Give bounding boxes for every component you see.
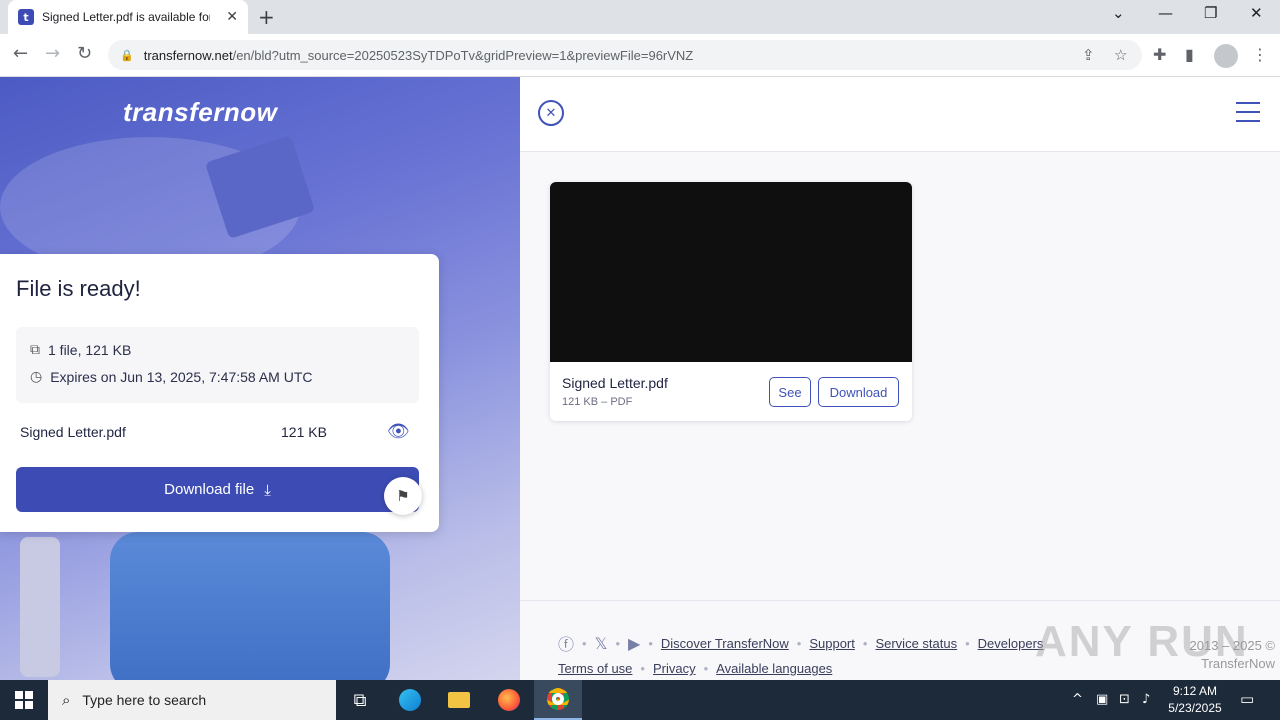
browser-toolbar: ← → ↻ 🔒 transfernow.net/en/bld?utm_sourc… bbox=[0, 34, 1280, 77]
download-file-button[interactable]: Download file ⤓ bbox=[16, 467, 419, 512]
files-copy-icon: ⧉ bbox=[30, 342, 40, 358]
firefox-icon[interactable] bbox=[485, 680, 533, 720]
bookmark-star-icon[interactable]: ☆ bbox=[1114, 46, 1127, 64]
footer-links-row2: Terms of use • Privacy • Available languag… bbox=[558, 661, 833, 676]
footer-link-service-status[interactable]: Service status bbox=[875, 636, 957, 651]
network-icon[interactable]: ⊡ bbox=[1119, 692, 1130, 707]
preview-file-name: Signed Letter.pdf bbox=[562, 375, 668, 391]
tray-device-icon[interactable]: ▣ bbox=[1096, 692, 1108, 707]
footer-link-discover[interactable]: Discover TransferNow bbox=[661, 636, 789, 651]
report-flag-icon[interactable]: ⚑ bbox=[384, 477, 422, 515]
windows-taskbar: ⌕ Type here to search ⧉ ^ ▣ ⊡ ♪ 9:12 AM … bbox=[0, 680, 1280, 720]
files-summary-line: ⧉ 1 file, 121 KB bbox=[30, 342, 131, 358]
menu-hamburger-icon[interactable] bbox=[1236, 102, 1260, 129]
expires-text: Expires on Jun 13, 2025, 7:47:58 AM UTC bbox=[50, 369, 313, 385]
minimize-icon[interactable]: — bbox=[1158, 4, 1173, 22]
lock-icon: 🔒 bbox=[120, 48, 134, 62]
transfernow-logo[interactable]: transfernow bbox=[123, 97, 277, 128]
footer-link-privacy[interactable]: Privacy bbox=[653, 661, 696, 676]
page: transfernow File is ready! ⧉ 1 file, 121… bbox=[0, 77, 1280, 680]
x-twitter-icon[interactable]: 𝕏 bbox=[595, 634, 608, 653]
hero-panel: transfernow File is ready! ⧉ 1 file, 121… bbox=[0, 77, 520, 680]
tab-title: Signed Letter.pdf is available for bbox=[42, 10, 210, 24]
file-size: 121 KB bbox=[281, 424, 327, 440]
extensions-icon[interactable]: ✚ bbox=[1153, 45, 1166, 64]
side-panel-icon[interactable]: ▮ bbox=[1185, 45, 1194, 64]
window-close-icon[interactable]: ✕ bbox=[1250, 4, 1263, 22]
footer-link-developers[interactable]: Developers bbox=[978, 636, 1044, 651]
windows-logo-icon bbox=[15, 691, 33, 709]
profile-avatar[interactable] bbox=[1214, 44, 1238, 68]
new-tab-icon[interactable]: + bbox=[258, 5, 275, 29]
youtube-icon[interactable]: ▶ bbox=[628, 634, 640, 653]
download-file-label: Download file bbox=[164, 481, 255, 498]
preview-eye-icon[interactable]: 👁 bbox=[387, 421, 410, 442]
footer-links-row1: ⓕ • 𝕏 • ▶ • Discover TransferNow • Support • … bbox=[558, 631, 1043, 655]
expires-line: ◷ Expires on Jun 13, 2025, 7:47:58 AM UT… bbox=[30, 369, 312, 385]
restore-icon[interactable]: ❐ bbox=[1204, 4, 1217, 22]
tab-close-icon[interactable]: ✕ bbox=[226, 9, 238, 25]
download-button[interactable]: Download bbox=[818, 377, 899, 407]
volume-icon[interactable]: ♪ bbox=[1142, 692, 1150, 707]
clock-icon: ◷ bbox=[30, 369, 43, 385]
copyright: 2013 – 2025 © TransferNow bbox=[1189, 638, 1275, 671]
file-name: Signed Letter.pdf bbox=[20, 424, 126, 440]
chrome-menu-icon[interactable]: ⋮ bbox=[1252, 45, 1268, 64]
close-preview-icon[interactable]: ✕ bbox=[538, 100, 564, 126]
chrome-icon[interactable] bbox=[534, 680, 582, 720]
browser-tabstrip: t Signed Letter.pdf is available for ✕ +… bbox=[0, 0, 1280, 34]
files-summary: 1 file, 121 KB bbox=[48, 342, 132, 358]
footer: ⓕ • 𝕏 • ▶ • Discover TransferNow • Support • … bbox=[520, 600, 1280, 680]
taskbar-search[interactable]: ⌕ Type here to search bbox=[48, 680, 336, 720]
share-icon[interactable]: ⇪ bbox=[1082, 46, 1095, 64]
facebook-icon[interactable]: ⓕ bbox=[558, 631, 574, 655]
tray-chevron-icon[interactable]: ^ bbox=[1072, 692, 1083, 707]
edge-icon[interactable] bbox=[386, 680, 434, 720]
reload-icon[interactable]: ↻ bbox=[77, 43, 92, 64]
transfernow-favicon-icon: t bbox=[18, 9, 34, 25]
pdf-thumbnail[interactable] bbox=[550, 182, 912, 362]
search-icon: ⌕ bbox=[62, 691, 71, 709]
card-title: File is ready! bbox=[16, 276, 141, 301]
taskbar-clock[interactable]: 9:12 AM 5/23/2025 bbox=[1160, 683, 1230, 717]
footer-link-languages[interactable]: Available languages bbox=[716, 661, 832, 676]
search-placeholder: Type here to search bbox=[82, 692, 207, 708]
notifications-icon[interactable]: ▭ bbox=[1240, 690, 1254, 708]
preview-panel: ✕ Signed Letter.pdf 121 KB – PDF See Dow… bbox=[520, 77, 1280, 680]
file-ready-card: File is ready! ⧉ 1 file, 121 KB ◷ Expire… bbox=[0, 254, 439, 532]
address-bar[interactable]: 🔒 transfernow.net/en/bld?utm_source=2025… bbox=[108, 40, 1142, 70]
file-explorer-icon[interactable] bbox=[435, 680, 483, 720]
footer-link-support[interactable]: Support bbox=[809, 636, 855, 651]
browser-tab[interactable]: t Signed Letter.pdf is available for ✕ bbox=[8, 0, 248, 34]
decorative-tray bbox=[110, 532, 390, 680]
preview-header: ✕ bbox=[520, 77, 1280, 152]
back-icon[interactable]: ← bbox=[13, 43, 28, 64]
url-text: transfernow.net/en/bld?utm_source=202505… bbox=[143, 47, 694, 63]
task-view-icon[interactable]: ⧉ bbox=[336, 680, 384, 720]
file-preview-card: Signed Letter.pdf 121 KB – PDF See Downl… bbox=[550, 182, 912, 421]
forward-icon[interactable]: → bbox=[45, 43, 60, 64]
download-arrow-icon: ⤓ bbox=[264, 480, 271, 499]
footer-link-terms[interactable]: Terms of use bbox=[558, 661, 632, 676]
tab-search-chevron-icon[interactable]: ⌄ bbox=[1112, 4, 1125, 22]
see-button[interactable]: See bbox=[769, 377, 811, 407]
transfer-info: ⧉ 1 file, 121 KB ◷ Expires on Jun 13, 20… bbox=[16, 327, 419, 403]
preview-file-meta: 121 KB – PDF bbox=[562, 396, 633, 408]
decorative-post bbox=[20, 537, 60, 677]
start-button[interactable] bbox=[0, 680, 48, 720]
